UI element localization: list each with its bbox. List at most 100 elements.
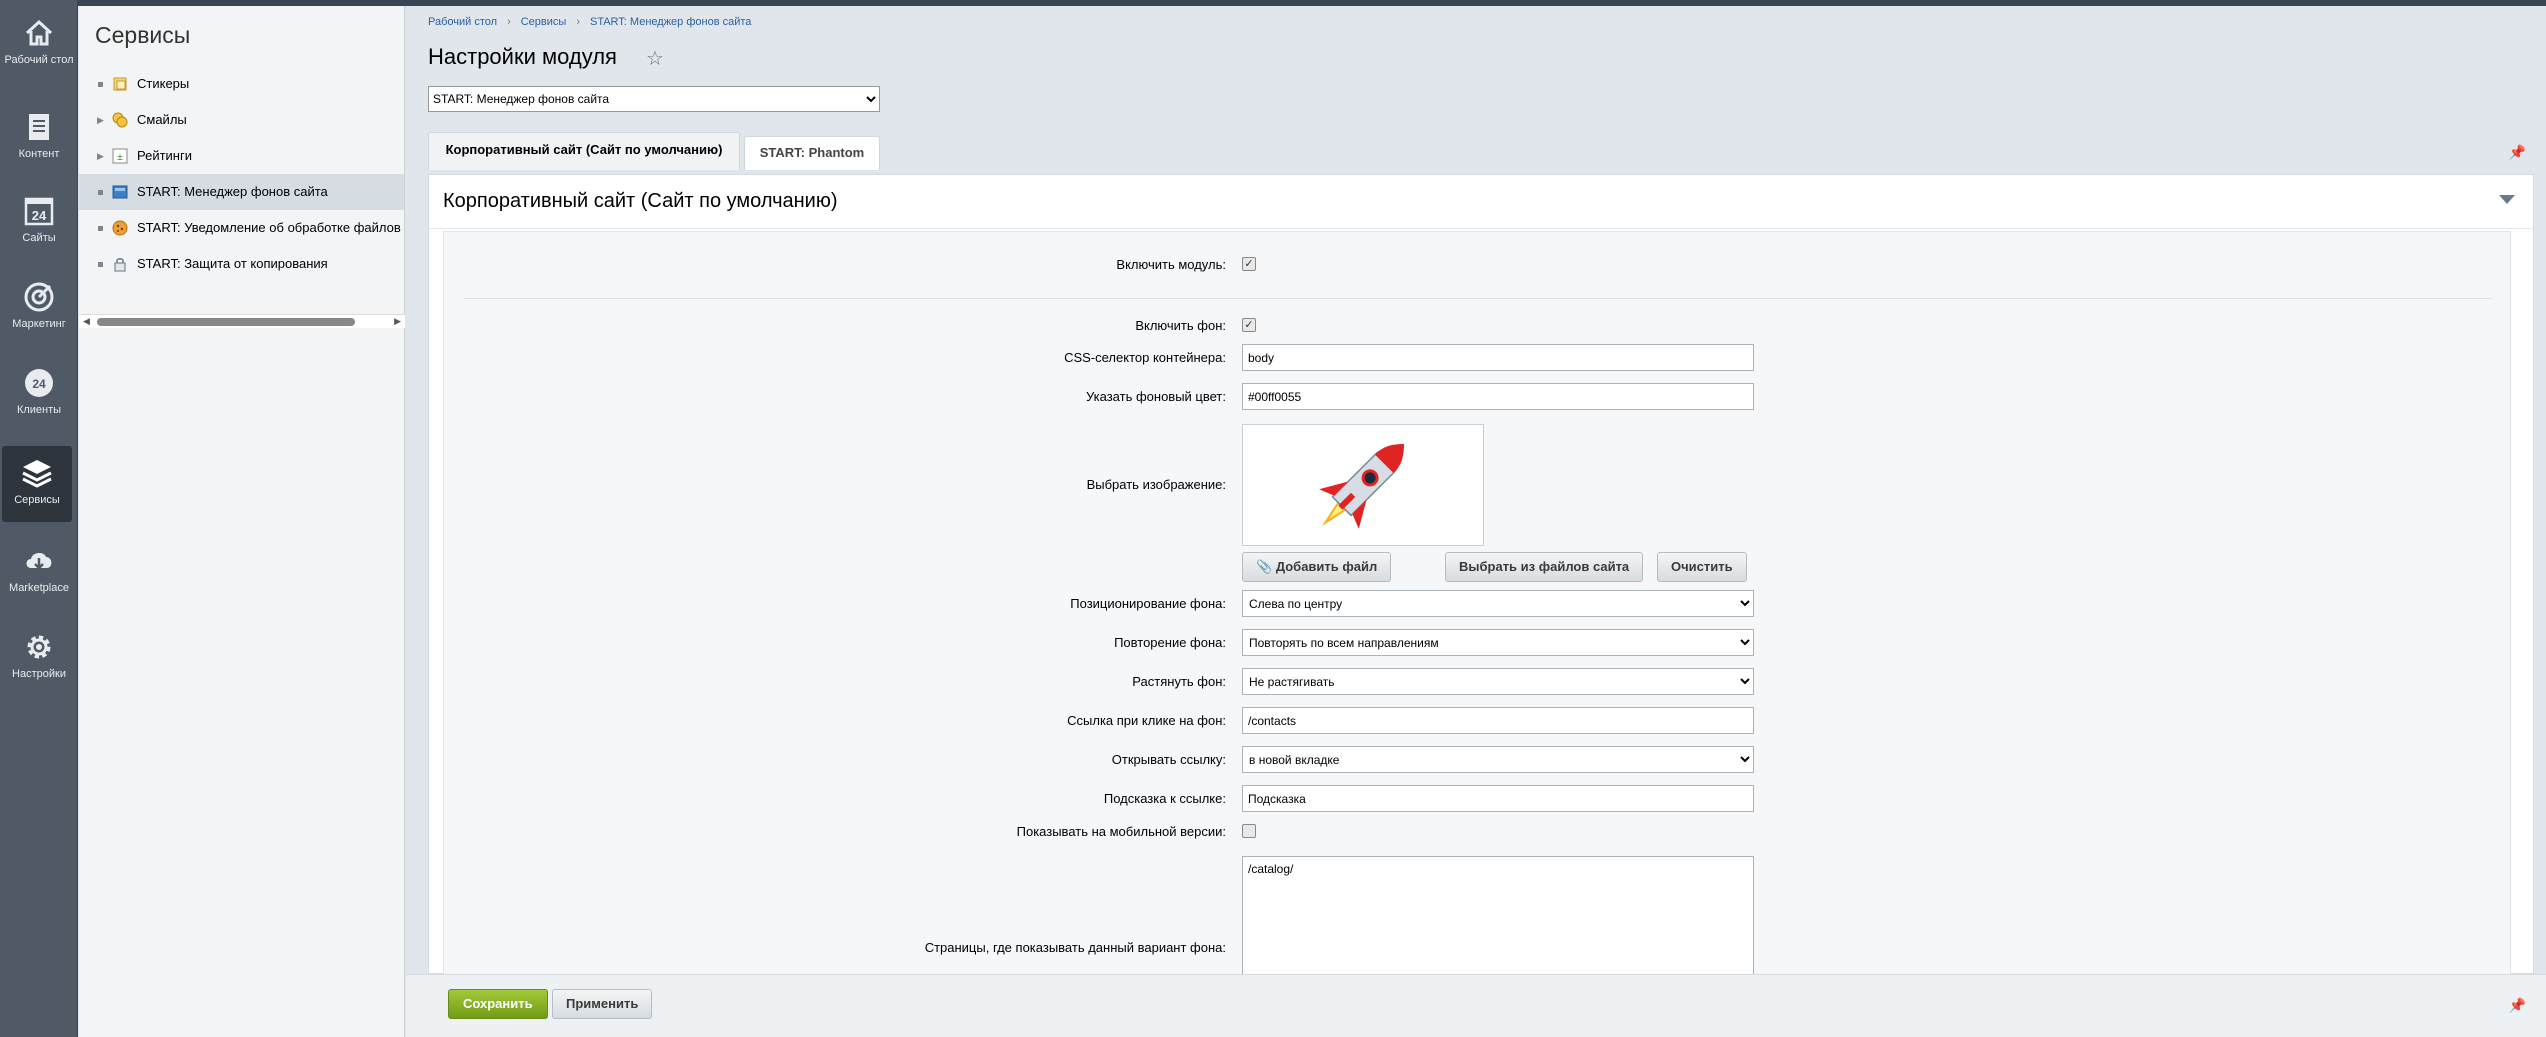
panel-header: Корпоративный сайт (Сайт по умолчанию) xyxy=(429,175,2533,229)
divider xyxy=(464,298,2492,299)
document-icon xyxy=(29,114,49,140)
hint-input[interactable] xyxy=(1242,785,1754,812)
scroll-right-icon[interactable]: ▶ xyxy=(394,316,401,327)
favorite-star-icon[interactable]: ☆ xyxy=(646,46,664,71)
repeat-label: Повторение фона: xyxy=(1114,635,1226,650)
pages-label: Страницы, где показывать данный вариант … xyxy=(924,940,1226,955)
paperclip-icon: 📎 xyxy=(1256,559,1273,574)
clear-button[interactable]: Очистить xyxy=(1657,552,1747,582)
clients-24-icon: 24 xyxy=(25,369,53,397)
svg-text:±: ± xyxy=(117,152,123,163)
bullet-icon xyxy=(98,262,103,267)
bg-color-input[interactable] xyxy=(1242,383,1754,410)
css-selector-label: CSS-селектор контейнера: xyxy=(1064,350,1226,365)
settings-panel: Корпоративный сайт (Сайт по умолчанию) В… xyxy=(428,174,2534,991)
tab-phantom[interactable]: START: Phantom xyxy=(744,136,880,170)
scroll-left-icon[interactable]: ◀ xyxy=(83,316,90,327)
rail-item-label: Рабочий стол xyxy=(4,54,74,66)
breadcrumb-link[interactable]: START: Менеджер фонов сайта xyxy=(590,16,751,28)
services-sidebar: Сервисы Стикеры ▶ Смайлы ▶ ± Рейтинги ST… xyxy=(79,6,405,1037)
layers-icon xyxy=(22,460,52,488)
main-content: Рабочий стол › Сервисы › START: Менеджер фон… xyxy=(406,6,2546,1037)
cloud-download-icon xyxy=(26,553,52,570)
home-icon xyxy=(25,19,53,46)
collapse-arrow-icon[interactable] xyxy=(2499,195,2515,204)
mobile-checkbox[interactable] xyxy=(1242,824,1256,838)
sidebar-horizontal-scrollbar[interactable]: ◀ ▶ xyxy=(79,314,405,328)
rail-item-settings[interactable]: Настройки xyxy=(0,630,78,680)
stretch-label: Растянуть фон: xyxy=(1132,674,1226,689)
bullet-icon xyxy=(98,82,103,87)
pin-icon[interactable]: 📌 xyxy=(2509,997,2526,1014)
smile-icon xyxy=(112,112,128,128)
breadcrumb: Рабочий стол › Сервисы › START: Менеджер фон… xyxy=(428,16,751,28)
sidebar-item-smiles[interactable]: ▶ Смайлы xyxy=(79,102,404,138)
rail-item-services[interactable]: Сервисы xyxy=(2,446,72,522)
expand-arrow-icon[interactable]: ▶ xyxy=(97,102,104,138)
rail-item-label: Marketplace xyxy=(9,582,69,594)
target-icon xyxy=(24,282,54,312)
rail-item-label: Контент xyxy=(18,148,60,160)
settings-form: Включить модуль: ✓ Включить фон: ✓ CSS-с… xyxy=(443,231,2511,991)
apply-button[interactable]: Применить xyxy=(552,989,653,1019)
left-rail: Рабочий стол Контент 24 Сайты Маркетинг … xyxy=(0,0,78,1037)
choose-site-files-button[interactable]: Выбрать из файлов сайта xyxy=(1445,552,1644,582)
rail-item-label: Настройки xyxy=(12,668,66,680)
rail-item-desktop[interactable]: Рабочий стол xyxy=(0,16,78,66)
module-select[interactable]: START: Менеджер фонов сайта xyxy=(428,86,880,112)
pages-textarea[interactable]: /catalog/ xyxy=(1242,856,1754,976)
lock-icon xyxy=(114,258,126,272)
rail-item-label: Маркетинг xyxy=(12,318,66,330)
scrollbar-thumb[interactable] xyxy=(97,318,355,326)
rail-item-marketplace[interactable]: Marketplace xyxy=(0,544,78,594)
sidebar-item-ratings[interactable]: ▶ ± Рейтинги xyxy=(79,138,404,174)
position-select[interactable]: Слева по центру xyxy=(1242,590,1754,617)
sidebar-item-bg-manager[interactable]: START: Менеджер фонов сайта xyxy=(79,174,404,210)
stretch-select[interactable]: Не растягивать xyxy=(1242,668,1754,695)
position-label: Позиционирование фона: xyxy=(1070,596,1226,611)
bullet-icon xyxy=(98,226,103,231)
rating-icon: ± xyxy=(112,148,128,164)
cookie-icon xyxy=(112,220,128,236)
sidebar-item-copy-protection[interactable]: START: Защита от копирования xyxy=(79,246,404,282)
sticker-icon xyxy=(113,77,127,91)
mobile-label: Показывать на мобильной версии: xyxy=(1016,824,1226,839)
link-label: Ссылка при клике на фон: xyxy=(1067,713,1226,728)
open-link-label: Открывать ссылку: xyxy=(1111,752,1226,767)
module-icon xyxy=(112,185,128,199)
gear-icon xyxy=(27,635,51,659)
rail-item-content[interactable]: Контент xyxy=(0,110,78,160)
enable-bg-checkbox[interactable]: ✓ xyxy=(1242,318,1256,332)
enable-module-checkbox[interactable]: ✓ xyxy=(1242,257,1256,271)
image-label: Выбрать изображение: xyxy=(1086,477,1226,492)
open-link-select[interactable]: в новой вкладке xyxy=(1242,746,1754,773)
page-title: Настройки модуля xyxy=(428,44,617,69)
sidebar-title: Сервисы xyxy=(95,22,191,48)
save-button[interactable]: Сохранить xyxy=(448,989,548,1019)
svg-text:24: 24 xyxy=(32,208,47,223)
rail-item-sites[interactable]: 24 Сайты xyxy=(0,194,78,244)
form-footer: Сохранить Применить 📌 xyxy=(406,974,2546,1037)
link-input[interactable] xyxy=(1242,707,1754,734)
rail-item-clients[interactable]: 24 Клиенты xyxy=(0,366,78,416)
tab-corporate-site[interactable]: Корпоративный сайт (Сайт по умолчанию) xyxy=(428,132,740,170)
sidebar-item-file-notice[interactable]: START: Уведомление об обработке файлов c xyxy=(79,210,404,246)
rail-item-marketing[interactable]: Маркетинг xyxy=(0,280,78,330)
breadcrumb-link[interactable]: Сервисы xyxy=(521,16,567,28)
breadcrumb-separator-icon: › xyxy=(576,16,580,28)
enable-module-label: Включить модуль: xyxy=(1116,257,1226,272)
repeat-select[interactable]: Повторять по всем направлениям xyxy=(1242,629,1754,656)
css-selector-input[interactable] xyxy=(1242,344,1754,371)
bg-color-label: Указать фоновый цвет: xyxy=(1085,389,1226,404)
rail-item-label: Сервисы xyxy=(14,494,60,506)
image-preview xyxy=(1242,424,1484,546)
rail-item-label: Клиенты xyxy=(16,404,62,416)
rocket-image xyxy=(1319,443,1405,529)
add-file-button[interactable]: 📎 Добавить файл xyxy=(1242,552,1392,582)
rail-item-label: Сайты xyxy=(22,232,56,244)
breadcrumb-link[interactable]: Рабочий стол xyxy=(428,16,497,28)
pin-icon[interactable]: 📌 xyxy=(2509,144,2526,161)
sidebar-item-stickers[interactable]: Стикеры xyxy=(79,66,404,102)
expand-arrow-icon[interactable]: ▶ xyxy=(97,138,104,174)
enable-bg-label: Включить фон: xyxy=(1135,318,1226,333)
